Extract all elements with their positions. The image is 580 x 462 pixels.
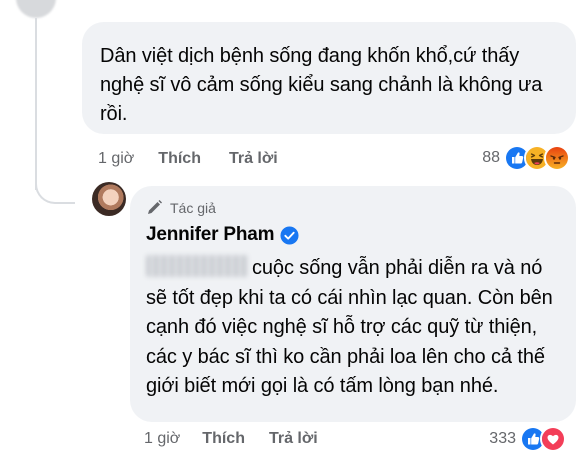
- thread-connector-line: [35, 18, 37, 190]
- author-badge: Tác giả: [146, 198, 560, 218]
- comment-timestamp[interactable]: 1 giờ: [98, 150, 134, 168]
- thread-connector-curve: [35, 168, 75, 204]
- reply-text: cuộc sống vẫn phải diễn ra và nó sẽ tốt …: [146, 257, 553, 397]
- comment-actions: 1 giờ Thích Trả lời: [98, 148, 278, 170]
- comment-like-button[interactable]: Thích: [158, 150, 201, 168]
- blurred-mention-tag[interactable]: [146, 255, 248, 277]
- reply-reply-button[interactable]: Trả lời: [269, 430, 318, 448]
- reply-timestamp[interactable]: 1 giờ: [144, 430, 180, 448]
- comment-reactions[interactable]: 88: [482, 145, 570, 171]
- comment-reaction-count: 88: [482, 149, 500, 166]
- pen-icon: [148, 200, 162, 214]
- comment-thread: Dân việt dịch bệnh sống đang khốn khổ,cứ…: [0, 0, 580, 462]
- reply-bubble: Tác giả Jennifer Pham cuộc sống vẫn phải…: [130, 186, 576, 422]
- comment-text: Dân việt dịch bệnh sống đang khốn khổ,cứ…: [100, 45, 543, 125]
- reply-text-block: cuộc sống vẫn phải diễn ra và nó sẽ tốt …: [146, 254, 560, 402]
- verified-badge-icon: [280, 225, 299, 245]
- author-avatar[interactable]: [92, 182, 126, 216]
- reply-actions: 1 giờ Thích Trả lời: [144, 428, 318, 450]
- angry-icon: [544, 145, 570, 171]
- commenter-avatar-blurred[interactable]: [16, 0, 56, 18]
- author-name-link[interactable]: Jennifer Pham: [146, 224, 275, 246]
- comment-reply-button[interactable]: Trả lời: [229, 150, 278, 168]
- reply-reaction-count: 333: [489, 430, 516, 447]
- author-name-row: Jennifer Pham: [146, 222, 560, 248]
- author-badge-label: Tác giả: [170, 200, 216, 216]
- reply-reactions[interactable]: 333: [489, 426, 566, 452]
- comment-bubble: Dân việt dịch bệnh sống đang khốn khổ,cứ…: [82, 22, 576, 134]
- love-icon: [540, 426, 566, 452]
- reply-like-button[interactable]: Thích: [202, 430, 245, 448]
